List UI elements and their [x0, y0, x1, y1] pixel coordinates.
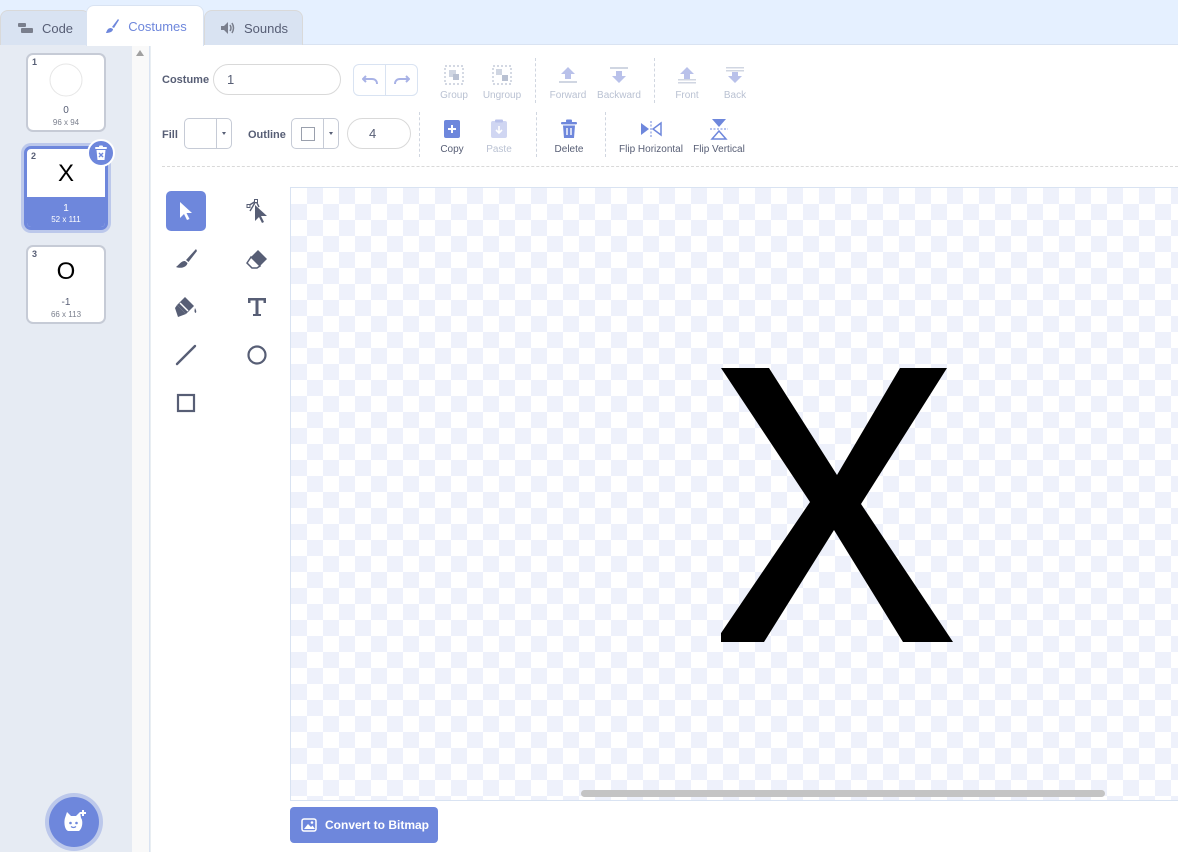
cat-plus-icon	[64, 810, 86, 831]
costume-item[interactable]: 3 O -1 66 x 113	[26, 245, 106, 324]
delete-costume-button[interactable]	[87, 139, 115, 167]
chevron-down-icon	[217, 119, 231, 148]
arrow-cursor-icon	[180, 202, 192, 220]
brush-icon	[103, 19, 121, 33]
undo-button[interactable]	[354, 65, 386, 95]
fill-tool[interactable]	[166, 287, 206, 327]
fill-label: Fill	[162, 129, 178, 141]
tab-code-label: Code	[41, 20, 74, 36]
redo-button[interactable]	[386, 65, 417, 95]
costume-name: 1	[63, 203, 69, 214]
reshape-icon	[246, 199, 267, 223]
speaker-icon	[219, 21, 237, 35]
tab-costumes[interactable]: Costumes	[86, 5, 204, 46]
undo-redo-group	[353, 64, 418, 96]
fill-color-picker[interactable]	[184, 118, 232, 149]
flip-vertical-button[interactable]: Flip Vertical	[688, 118, 750, 155]
reshape-tool[interactable]	[237, 191, 277, 231]
text-tool[interactable]	[237, 287, 277, 327]
costume-size: 66 x 113	[50, 310, 82, 319]
tab-code[interactable]: Code	[0, 10, 90, 45]
copy-icon	[441, 118, 463, 140]
scroll-up-arrow[interactable]	[136, 50, 144, 56]
costume-name: 0	[63, 105, 69, 116]
brush-icon	[176, 249, 197, 268]
costume-name-input[interactable]: 1	[213, 64, 341, 95]
group-icon	[443, 64, 465, 86]
costume-size: 96 x 94	[52, 118, 80, 127]
costume-item[interactable]: 1 0 96 x 94	[26, 53, 106, 132]
costume-item-selected[interactable]: 2 X 1 52 x 111	[24, 139, 115, 230]
text-t-icon	[248, 298, 266, 316]
eraser-tool[interactable]	[237, 239, 277, 279]
undo-icon	[361, 75, 378, 85]
chevron-down-icon	[324, 119, 338, 148]
convert-to-bitmap-label: Convert to Bitmap	[325, 818, 430, 832]
paste-button[interactable]: Paste	[469, 118, 529, 155]
costume-list: 1 0 96 x 94 2 X 1 52 x 111 3 O -1 66 x 1…	[0, 45, 132, 852]
paste-icon	[488, 118, 510, 140]
select-tool[interactable]	[166, 191, 206, 231]
fill-swatch	[185, 119, 217, 148]
costume-name: -1	[61, 297, 71, 308]
image-icon	[301, 818, 317, 832]
toolbar-divider	[162, 166, 1178, 167]
delete-button[interactable]: Delete	[539, 118, 599, 155]
trash-icon	[558, 118, 580, 140]
tab-sounds[interactable]: Sounds	[204, 10, 303, 45]
rectangle-tool[interactable]	[166, 383, 206, 423]
trash-icon	[95, 145, 107, 160]
outline-label: Outline	[248, 129, 286, 141]
costume-list-scrollbar[interactable]	[132, 45, 150, 852]
costume-size: 52 x 111	[51, 215, 81, 224]
backward-button[interactable]: Backward	[589, 64, 649, 101]
front-icon	[676, 64, 698, 86]
outline-width-input[interactable]: 4	[347, 118, 411, 149]
back-button[interactable]: Back	[705, 64, 765, 101]
outline-color-picker[interactable]	[291, 118, 339, 149]
paint-editor: Costume 1 Group Ungroup Forward Backward	[151, 45, 1178, 852]
redo-icon	[393, 75, 410, 85]
eraser-icon	[246, 250, 267, 269]
ungroup-button[interactable]: Ungroup	[472, 64, 532, 101]
flip-horizontal-icon	[640, 118, 662, 140]
choose-costume-button[interactable]	[49, 797, 99, 847]
convert-to-bitmap-button[interactable]: Convert to Bitmap	[290, 807, 438, 843]
circle-tool[interactable]	[237, 335, 277, 375]
backward-icon	[608, 64, 630, 86]
rectangle-icon	[176, 393, 196, 413]
forward-icon	[557, 64, 579, 86]
flip-horizontal-button[interactable]: Flip Horizontal	[615, 118, 687, 155]
canvas-horizontal-scrollbar[interactable]	[581, 790, 1105, 797]
tab-costumes-label: Costumes	[128, 18, 187, 34]
circle-icon	[247, 345, 267, 365]
costume-thumbnail: O	[56, 258, 76, 285]
back-icon	[724, 64, 746, 86]
line-tool[interactable]	[166, 335, 206, 375]
tab-sounds-label: Sounds	[243, 20, 289, 36]
code-icon	[17, 21, 35, 35]
ungroup-icon	[491, 64, 513, 86]
editor-tab-bar: Code Costumes Sounds	[0, 0, 1178, 46]
flip-vertical-icon	[708, 118, 730, 140]
paint-bucket-icon	[175, 297, 197, 317]
outline-swatch	[292, 119, 324, 148]
paint-canvas[interactable]	[290, 187, 1178, 801]
costume-thumbnail	[29, 59, 103, 101]
costume-x-shape[interactable]	[721, 366, 953, 642]
line-icon	[175, 344, 197, 366]
brush-tool[interactable]	[166, 239, 206, 279]
costume-label: Costume	[162, 74, 210, 86]
